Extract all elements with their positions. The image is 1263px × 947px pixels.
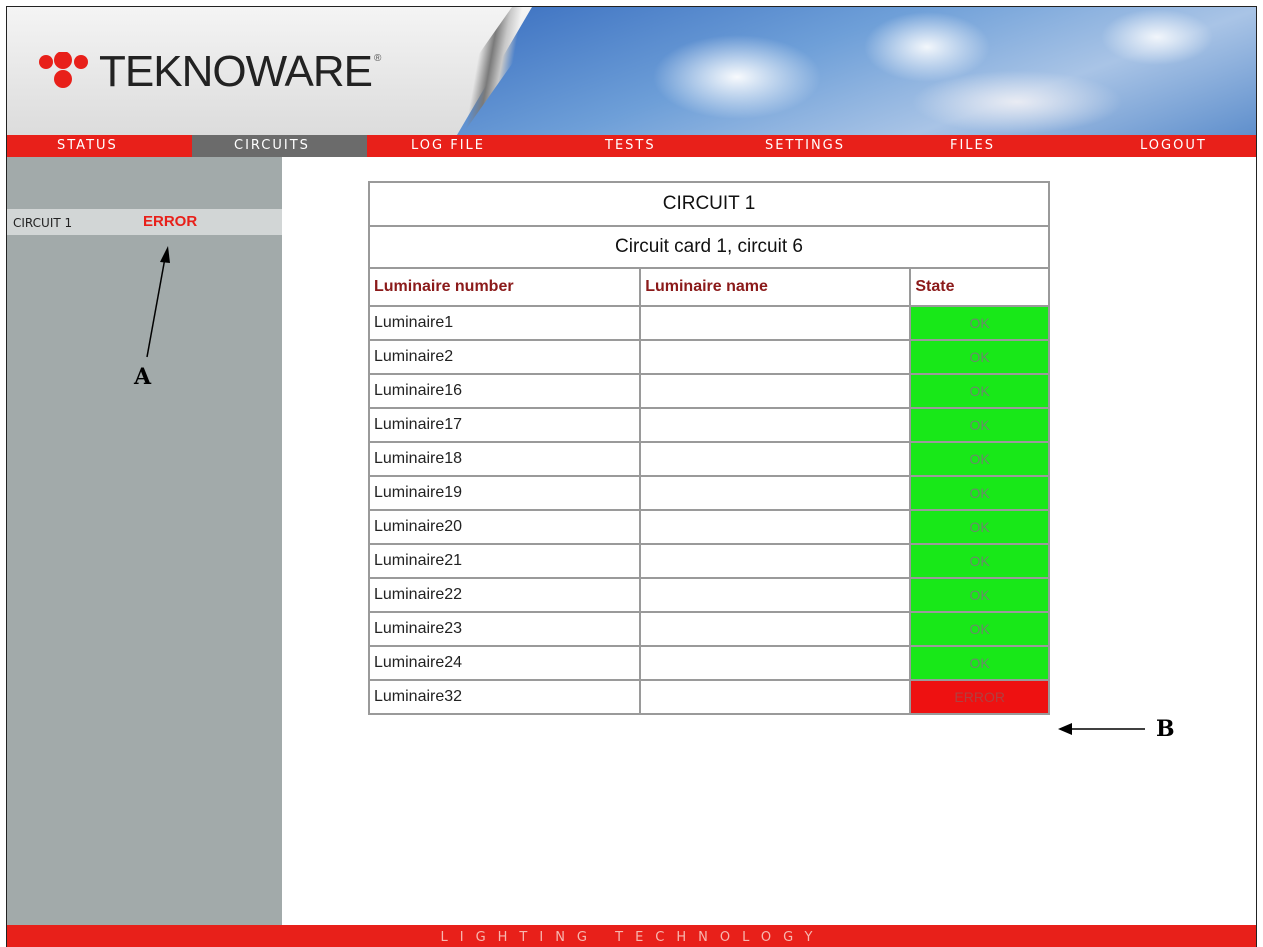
annotation-overlay [146, 246, 1145, 735]
annotation-a-label: A [134, 364, 152, 390]
annotation-b-label: B [1156, 716, 1175, 742]
arrow-a-icon [146, 246, 170, 358]
arrow-b-icon [1058, 723, 1145, 735]
